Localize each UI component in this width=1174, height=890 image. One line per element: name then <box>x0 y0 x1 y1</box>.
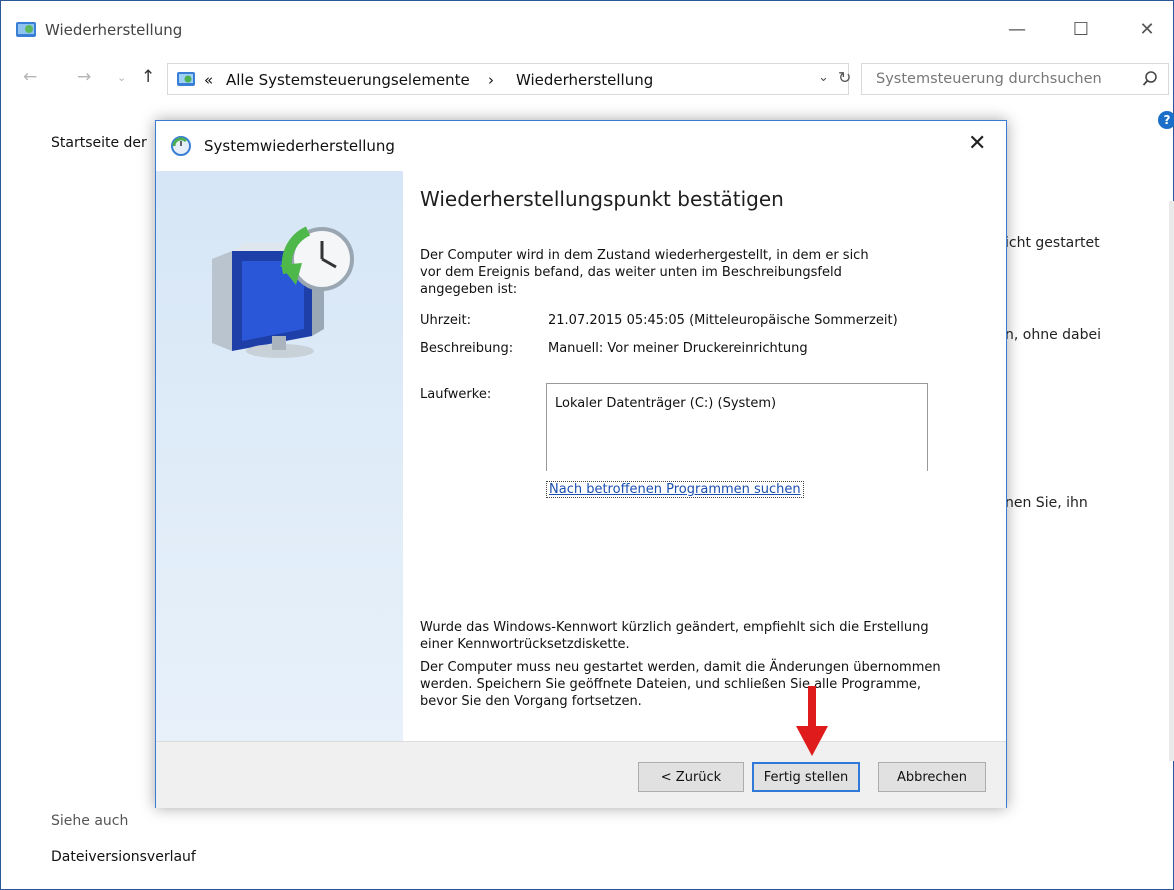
finish-button[interactable]: Fertig stellen <box>752 762 860 792</box>
search-icon[interactable] <box>1142 70 1158 88</box>
cancel-button[interactable]: Abbrechen <box>878 762 986 792</box>
time-label: Uhrzeit: <box>420 313 472 328</box>
dialog-side-banner <box>156 171 403 741</box>
dialog-heading: Wiederherstellungspunkt bestätigen <box>420 187 784 211</box>
drives-label: Laufwerke: <box>420 387 492 402</box>
up-arrow-icon[interactable]: ↑ <box>141 67 155 87</box>
breadcrumb-recovery[interactable]: Wiederherstellung <box>516 71 653 89</box>
background-text-1: icht gestartet <box>1005 235 1100 251</box>
recovery-app-icon <box>16 22 36 37</box>
restart-note: Der Computer muss neu gestartet werden, … <box>420 660 941 709</box>
see-also-heading: Siehe auch <box>51 813 129 829</box>
address-bar[interactable]: « Alle Systemsteuerungselemente › Wieder… <box>167 63 851 95</box>
forward-arrow-icon[interactable]: → <box>77 67 91 87</box>
close-window-button[interactable]: ✕ <box>1127 15 1167 45</box>
control-panel-icon <box>177 72 195 86</box>
window-title: Wiederherstellung <box>45 21 183 39</box>
description-label: Beschreibung: <box>420 341 514 356</box>
back-arrow-icon[interactable]: ← <box>23 67 37 87</box>
background-text-3: nen Sie, ihn <box>1005 495 1088 511</box>
breadcrumb-overflow[interactable]: « <box>204 71 213 89</box>
file-history-link[interactable]: Dateiversionsverlauf <box>51 849 196 865</box>
system-restore-icon <box>171 136 191 156</box>
red-arrow-annotation-icon <box>796 686 828 756</box>
dialog-close-button[interactable]: ✕ <box>968 131 986 156</box>
help-icon[interactable]: ? <box>1158 111 1174 129</box>
password-note: Wurde das Windows-Kennwort kürzlich geän… <box>420 620 929 652</box>
navigation-row: ← → ⌄ ↑ « Alle Systemsteuerungselemente … <box>1 61 1173 97</box>
search-input[interactable]: Systemsteuerung durchsuchen <box>861 63 1169 95</box>
chevron-down-icon[interactable]: ⌄ <box>818 70 829 85</box>
monitor-clock-illustration-icon <box>212 226 354 358</box>
title-bar[interactable]: Wiederherstellung — ☐ ✕ <box>1 1 1173 51</box>
system-restore-dialog: Systemwiederherstellung ✕ Wiederherstell… <box>155 120 1007 808</box>
background-panel-edge <box>1169 201 1174 761</box>
dialog-footer: < Zurück Fertig stellen Abbrechen <box>156 741 1006 808</box>
recent-dropdown-icon[interactable]: ⌄ <box>117 71 126 84</box>
refresh-icon[interactable]: ↻ <box>838 68 851 87</box>
sidebar-home-link[interactable]: Startseite der <box>51 135 147 151</box>
breadcrumb-separator[interactable]: › <box>488 71 494 89</box>
minimize-button[interactable]: — <box>997 15 1037 45</box>
breadcrumb-all-items[interactable]: Alle Systemsteuerungselemente <box>226 71 470 89</box>
description-value: Manuell: Vor meiner Druckereinrichtung <box>548 341 808 356</box>
maximize-button[interactable]: ☐ <box>1061 15 1101 45</box>
scan-affected-programs-link[interactable]: Nach betroffenen Programmen suchen <box>546 481 804 498</box>
back-button[interactable]: < Zurück <box>638 762 744 792</box>
intro-text: Der Computer wird in dem Zustand wiederh… <box>420 248 869 297</box>
dialog-title: Systemwiederherstellung <box>204 137 395 155</box>
drives-list[interactable]: Lokaler Datenträger (C:) (System) <box>546 383 928 471</box>
background-text-2: n, ohne dabei <box>1005 327 1102 343</box>
list-item[interactable]: Lokaler Datenträger (C:) (System) <box>555 396 776 411</box>
time-value: 21.07.2015 05:45:05 (Mitteleuropäische S… <box>548 313 898 328</box>
search-placeholder: Systemsteuerung durchsuchen <box>876 71 1102 87</box>
